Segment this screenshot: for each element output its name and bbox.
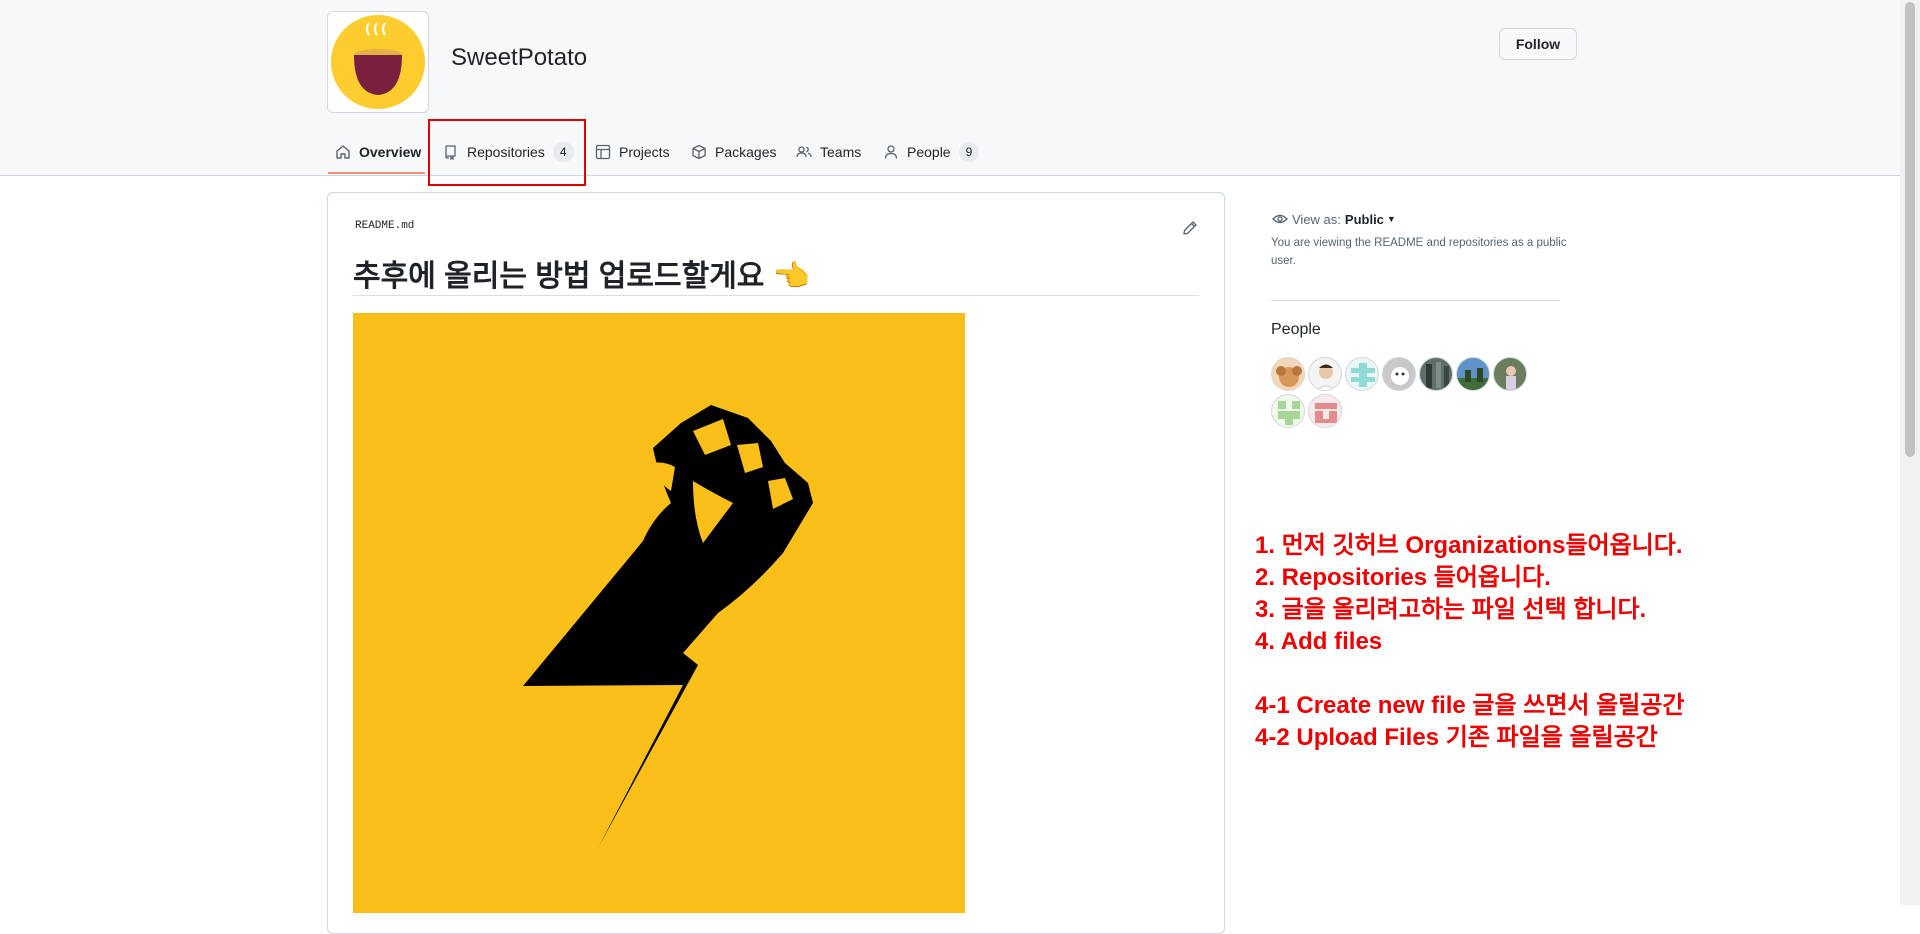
instruction-annotation: 1. 먼저 깃허브 Organizations들어옵니다. 2. Reposit… — [1255, 530, 1684, 754]
tab-teams-label: Teams — [820, 144, 862, 160]
table-icon — [595, 144, 611, 160]
readme-heading-text: 추후에 올리는 방법 업로드할게요 — [353, 260, 765, 293]
caret-down-icon: ▼ — [1386, 214, 1396, 224]
member-avatar[interactable] — [1271, 357, 1305, 391]
people-count: 9 — [958, 142, 980, 162]
tab-projects[interactable]: Projects — [595, 136, 670, 168]
pointing-left-icon: 👈 — [772, 260, 811, 293]
annotation-line — [1255, 658, 1684, 690]
person-icon — [884, 145, 898, 159]
tab-overview-label: Overview — [359, 144, 422, 160]
org-name: SweetPotato — [451, 44, 588, 71]
readme-heading: 추후에 올리는 방법 업로드할게요 👈 — [353, 251, 810, 295]
view-as-description: You are viewing the README and repositor… — [1271, 237, 1567, 267]
annotation-line: 4-2 Upload Files 기존 파일을 올릴공간 — [1255, 724, 1658, 751]
tab-teams[interactable]: Teams — [796, 136, 861, 168]
page-scrollbar[interactable] — [1900, 0, 1920, 905]
heading-divider — [353, 295, 1199, 296]
tab-packages[interactable]: Packages — [691, 136, 776, 168]
readme-filename[interactable]: README.md — [355, 220, 414, 232]
tab-people-label: People — [907, 144, 951, 160]
follow-button[interactable]: Follow — [1499, 28, 1577, 60]
scrollbar-thumb[interactable] — [1905, 2, 1915, 457]
annotation-line: 1. 먼저 깃허브 Organizations들어옵니다. — [1255, 532, 1683, 559]
annotation-line: 2. Repositories 들어옵니다. — [1255, 564, 1551, 591]
sidebar-divider — [1271, 300, 1560, 301]
home-icon — [336, 145, 350, 159]
org-avatar — [327, 11, 429, 113]
tab-people[interactable]: People 9 — [883, 136, 980, 168]
member-avatar[interactable] — [1308, 357, 1342, 391]
view-as-selector[interactable]: View as: Public ▼ — [1272, 211, 1396, 227]
annotation-line: 4. Add files — [1255, 628, 1383, 655]
annotation-line: 4-1 Create new file 글을 쓰면서 올릴공간 — [1255, 692, 1685, 719]
view-as-label: View as: — [1292, 211, 1341, 227]
readme-image — [353, 313, 965, 913]
member-avatar[interactable] — [1456, 357, 1490, 391]
member-avatar[interactable] — [1271, 394, 1305, 428]
member-avatar[interactable] — [1345, 357, 1379, 391]
pencil-icon[interactable] — [1182, 220, 1198, 241]
annotation-line: 3. 글을 올리려고하는 파일 선택 합니다. — [1255, 596, 1647, 623]
repositories-highlight-box — [428, 119, 586, 186]
eye-icon — [1272, 214, 1288, 224]
member-avatar[interactable] — [1419, 357, 1453, 391]
people-icon — [796, 146, 812, 158]
member-avatar[interactable] — [1382, 357, 1416, 391]
raised-fist-lightning-icon — [523, 405, 813, 848]
view-as-value[interactable]: Public — [1345, 212, 1384, 227]
member-avatar[interactable] — [1308, 394, 1342, 428]
tab-projects-label: Projects — [619, 144, 670, 160]
tab-overview[interactable]: Overview — [335, 136, 421, 168]
people-heading[interactable]: People — [1271, 321, 1321, 339]
package-icon — [692, 144, 706, 160]
active-tab-underline — [328, 172, 425, 174]
tab-packages-label: Packages — [715, 144, 777, 160]
member-avatar[interactable] — [1493, 357, 1527, 391]
